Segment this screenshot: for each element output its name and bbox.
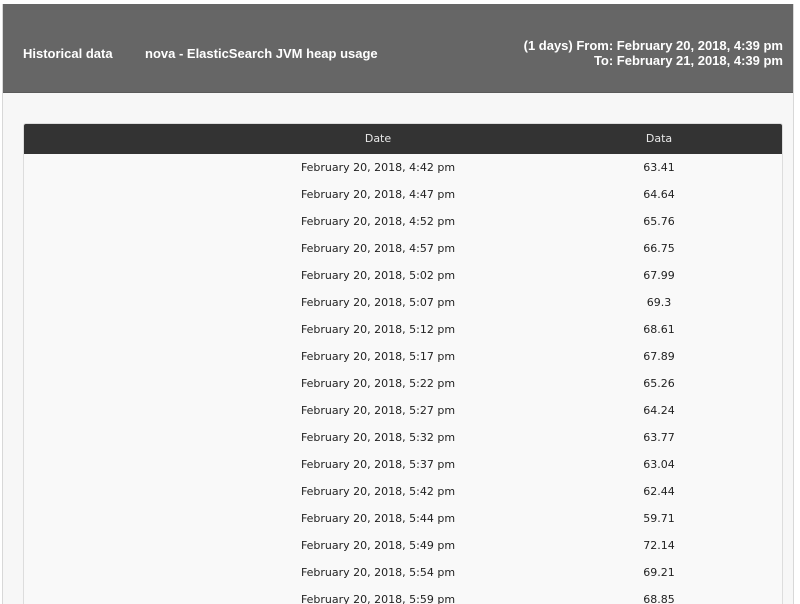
row-value: 62.44: [643, 485, 675, 498]
row-value: 63.41: [643, 161, 675, 174]
row-value: 69.21: [643, 566, 675, 579]
date-range-from: (1 days) From: February 20, 2018, 4:39 p…: [523, 38, 783, 53]
table-row: February 20, 2018, 5:59 pm 68.85: [24, 586, 782, 604]
row-value: 67.89: [643, 350, 675, 363]
table-row: February 20, 2018, 5:37 pm 63.04: [24, 451, 782, 478]
column-header-data[interactable]: Data: [584, 124, 734, 154]
date-range-to: To: February 21, 2018, 4:39 pm: [593, 53, 783, 68]
table-row: February 20, 2018, 4:47 pm 64.64: [24, 181, 782, 208]
row-value: 63.04: [643, 458, 675, 471]
row-value: 67.99: [643, 269, 675, 282]
table-body[interactable]: February 20, 2018, 4:42 pm 63.41 February …: [24, 154, 782, 604]
table-header: Date Data: [24, 124, 782, 154]
table-row: February 20, 2018, 5:17 pm 67.89: [24, 343, 782, 370]
row-value: 69.3: [646, 296, 672, 309]
row-value: 64.24: [643, 404, 675, 417]
table-row: February 20, 2018, 5:42 pm 62.44: [24, 478, 782, 505]
row-value: 68.85: [643, 593, 675, 604]
row-value: 59.71: [643, 512, 675, 525]
date-range: (1 days) From: February 20, 2018, 4:39 p…: [524, 38, 783, 68]
table-row: February 20, 2018, 5:22 pm 65.26: [24, 370, 782, 397]
row-value: 66.75: [643, 242, 675, 255]
table-row: February 20, 2018, 5:54 pm 69.21: [24, 559, 782, 586]
row-value: 64.64: [643, 188, 675, 201]
table-row: February 20, 2018, 5:49 pm 72.14: [24, 532, 782, 559]
table-row: February 20, 2018, 5:02 pm 67.99: [24, 262, 782, 289]
row-value: 68.61: [643, 323, 675, 336]
page-title: Historical data: [23, 46, 113, 61]
table-row: February 20, 2018, 5:32 pm 63.77: [24, 424, 782, 451]
table-row: February 20, 2018, 4:52 pm 65.76: [24, 208, 782, 235]
table-row: February 20, 2018, 5:12 pm 68.61: [24, 316, 782, 343]
header-bar: Historical data nova - ElasticSearch JVM…: [3, 4, 793, 93]
table-row: February 20, 2018, 4:42 pm 63.41: [24, 154, 782, 181]
table-row: February 20, 2018, 4:57 pm 66.75: [24, 235, 782, 262]
row-value: 65.26: [643, 377, 675, 390]
table-row: February 20, 2018, 5:27 pm 64.24: [24, 397, 782, 424]
historical-data-window: Historical data nova - ElasticSearch JVM…: [2, 4, 794, 604]
metric-title: nova - ElasticSearch JVM heap usage: [145, 46, 378, 61]
data-table: Date Data February 20, 2018, 4:42 pm 63.4…: [23, 123, 783, 604]
table-row: February 20, 2018, 5:44 pm 59.71: [24, 505, 782, 532]
table-row: February 20, 2018, 5:07 pm 69.3: [24, 289, 782, 316]
row-value: 63.77: [643, 431, 675, 444]
row-value: 65.76: [643, 215, 675, 228]
row-value: 72.14: [643, 539, 675, 552]
